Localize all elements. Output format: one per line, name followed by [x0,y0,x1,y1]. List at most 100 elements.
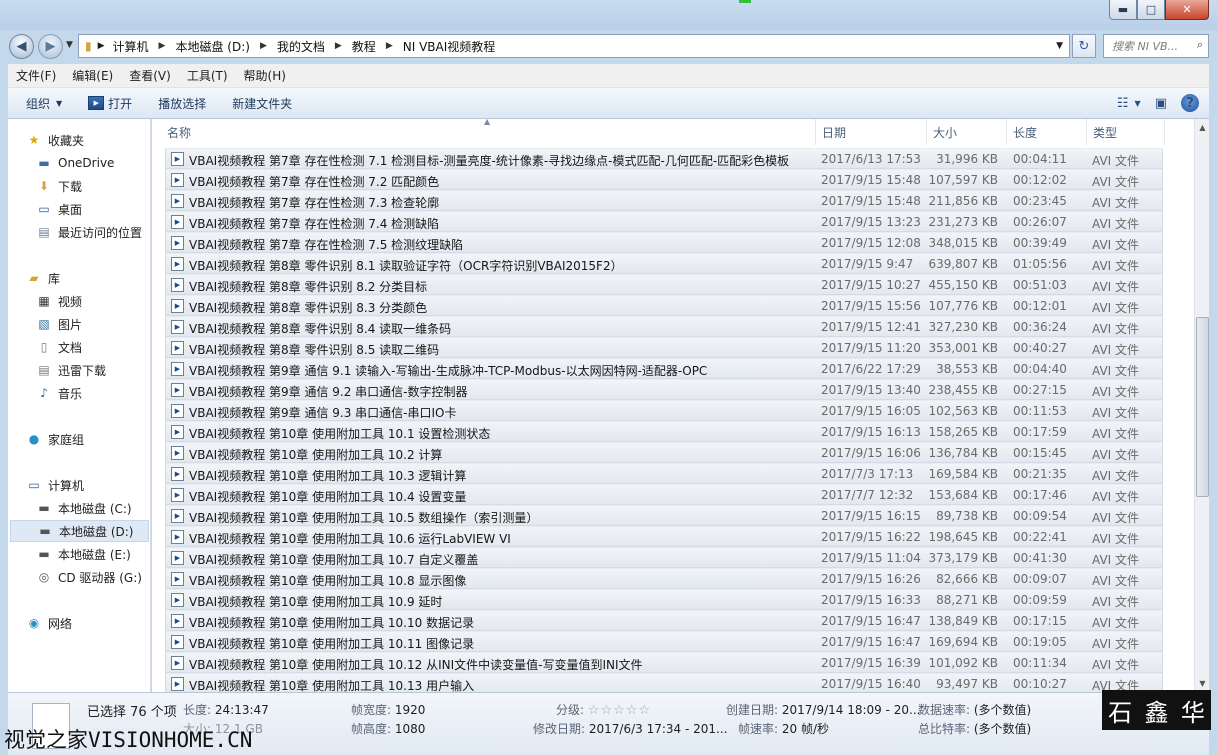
minimize-button[interactable]: ▬ [1109,0,1137,20]
breadcrumb-tutorials[interactable]: 教程 ▶ [352,38,393,55]
nav-pictures[interactable]: ▧ 图片 [36,313,82,335]
column-length[interactable]: 长度 [1007,119,1087,145]
nav-drive-e[interactable]: ▬ 本地磁盘 (E:) [36,543,130,565]
table-row[interactable]: ▶ VBAI视频教程 第10章 使用附加工具 10.7 自定义覆盖 2017/9/1… [165,547,1163,568]
table-row[interactable]: ▶ VBAI视频教程 第9章 通信 9.2 串口通信-数字控制器 2017/9/15… [165,379,1163,400]
onedrive-icon: ▬ [38,156,50,170]
play-selection-button[interactable]: 播放选择 [158,95,206,112]
close-button[interactable]: ✕ [1165,0,1209,20]
back-button[interactable]: ◀ [9,34,34,59]
breadcrumb-my-documents[interactable]: 我的文档 ▶ [277,38,342,55]
maximize-button[interactable]: □ [1137,0,1165,20]
navigation-pane: ★ 收藏夹 ▬ OneDrive ⬇ 下载 ▭ 桌面 ▤ 最近访问的位置 ▰ 库 ▦ 视频 ▧… [8,119,151,692]
video-file-icon: ▶ [171,320,184,334]
preview-pane-icon[interactable]: ▣ [1155,96,1167,111]
nav-xunlei-downloads[interactable]: ▤ 迅雷下载 [36,359,106,381]
table-row[interactable]: ▶ VBAI视频教程 第7章 存在性检测 7.4 检测缺陷 2017/9/15 13… [165,211,1163,232]
column-type[interactable]: 类型 [1087,119,1165,145]
scroll-down-icon[interactable]: ▼ [1196,676,1209,691]
nav-libraries[interactable]: ▰ 库 [26,267,60,289]
menu-file[interactable]: 文件(F) [16,67,56,84]
drive-icon: ▬ [39,524,51,538]
table-row[interactable]: ▶ VBAI视频教程 第10章 使用附加工具 10.2 计算 2017/9/15 1… [165,442,1163,463]
back-arrow-icon: ◀ [16,39,27,54]
breadcrumb-drive-d[interactable]: 本地磁盘 (D:) ▶ [175,38,266,55]
table-row[interactable]: ▶ VBAI视频教程 第10章 使用附加工具 10.12 从INI文件中读变量值-… [165,652,1163,673]
rating-field[interactable]: 分级: ☆☆☆☆☆ [556,701,651,718]
refresh-button[interactable]: ↻ [1072,34,1096,58]
table-row[interactable]: ▶ VBAI视频教程 第8章 零件识别 8.3 分类颜色 2017/9/15 15:… [165,295,1163,316]
nav-drive-d[interactable]: ▬ 本地磁盘 (D:) [10,520,149,542]
table-row[interactable]: ▶ VBAI视频教程 第10章 使用附加工具 10.6 运行LabVIEW VI 2… [165,526,1163,547]
table-row[interactable]: ▶ VBAI视频教程 第10章 使用附加工具 10.11 图像记录 2017/9/1… [165,631,1163,652]
table-row[interactable]: ▶ VBAI视频教程 第10章 使用附加工具 10.5 数组操作（索引测量） 201… [165,505,1163,526]
table-row[interactable]: ▶ VBAI视频教程 第10章 使用附加工具 10.3 逻辑计算 2017/7/3 … [165,463,1163,484]
file-size: 89,738 KB [936,509,998,523]
scrollbar-thumb[interactable] [1196,317,1209,497]
search-input[interactable]: 搜索 NI VB... ⌕ [1103,34,1209,58]
forward-button[interactable]: ▶ [38,34,63,59]
table-row[interactable]: ▶ VBAI视频教程 第10章 使用附加工具 10.1 设置检测状态 2017/9/… [165,421,1163,442]
table-row[interactable]: ▶ VBAI视频教程 第7章 存在性检测 7.3 检查轮廓 2017/9/15 15… [165,190,1163,211]
file-length: 00:04:11 [1013,152,1067,166]
chevron-right-icon[interactable]: ▶ [98,41,105,51]
table-row[interactable]: ▶ VBAI视频教程 第7章 存在性检测 7.2 匹配颜色 2017/9/15 15… [165,169,1163,190]
table-row[interactable]: ▶ VBAI视频教程 第10章 使用附加工具 10.9 延时 2017/9/15 1… [165,589,1163,610]
length-field: 长度: 24:13:47 [183,703,269,717]
vertical-scrollbar[interactable]: ▲ ▼ [1194,119,1209,692]
open-button[interactable]: ▶ 打开 [88,95,132,112]
nav-desktop[interactable]: ▭ 桌面 [36,198,82,220]
nav-homegroup[interactable]: ● 家庭组 [26,428,84,450]
file-date: 2017/9/15 16:15 [821,509,921,523]
table-row[interactable]: ▶ VBAI视频教程 第7章 存在性检测 7.1 检测目标-测量亮度-统计像素-寻… [165,148,1163,169]
menu-tools[interactable]: 工具(T) [187,67,228,84]
table-row[interactable]: ▶ VBAI视频教程 第10章 使用附加工具 10.4 设置变量 2017/7/7 … [165,484,1163,505]
organize-button[interactable]: 组织 ▼ [26,95,62,112]
table-row[interactable]: ▶ VBAI视频教程 第10章 使用附加工具 10.13 用户输入 2017/9/1… [165,673,1163,692]
nav-music[interactable]: ♪ 音乐 [36,382,82,404]
table-row[interactable]: ▶ VBAI视频教程 第8章 零件识别 8.4 读取一维条码 2017/9/15 1… [165,316,1163,337]
address-bar[interactable]: ▮ ▶ 计算机 ▶ 本地磁盘 (D:) ▶ 我的文档 ▶ 教程 ▶ NI VBAI视频教… [78,34,1070,58]
nav-computer[interactable]: ▭ 计算机 [26,474,84,496]
view-options-icon[interactable]: ☷ [1117,96,1129,111]
help-icon[interactable]: ? [1181,94,1199,112]
nav-onedrive[interactable]: ▬ OneDrive [36,152,114,174]
nav-downloads[interactable]: ⬇ 下载 [36,175,82,197]
new-folder-button[interactable]: 新建文件夹 [232,95,292,112]
column-date[interactable]: 日期 [816,119,927,145]
table-row[interactable]: ▶ VBAI视频教程 第7章 存在性检测 7.5 检测纹理缺陷 2017/9/15 … [165,232,1163,253]
breadcrumb-computer[interactable]: 计算机 ▶ [113,38,166,55]
view-dropdown-icon[interactable]: ▼ [1135,99,1141,108]
breadcrumb-current-folder[interactable]: NI VBAI视频教程 [403,38,496,55]
table-row[interactable]: ▶ VBAI视频教程 第8章 零件识别 8.1 读取验证字符（OCR字符识别VBA… [165,253,1163,274]
nav-recent[interactable]: ▤ 最近访问的位置 [36,221,142,243]
video-file-icon: ▶ [171,194,184,208]
file-length: 00:12:01 [1013,299,1067,313]
table-row[interactable]: ▶ VBAI视频教程 第8章 零件识别 8.5 读取二维码 2017/9/15 11… [165,337,1163,358]
history-dropdown-icon[interactable]: ▼ [66,40,73,50]
nav-videos[interactable]: ▦ 视频 [36,290,82,312]
nav-drive-c[interactable]: ▬ 本地磁盘 (C:) [36,497,131,519]
table-row[interactable]: ▶ VBAI视频教程 第10章 使用附加工具 10.8 显示图像 2017/9/15… [165,568,1163,589]
file-size: 348,015 KB [928,236,998,250]
table-row[interactable]: ▶ VBAI视频教程 第8章 零件识别 8.2 分类目标 2017/9/15 10:… [165,274,1163,295]
menu-edit[interactable]: 编辑(E) [72,67,113,84]
menu-help[interactable]: 帮助(H) [244,67,286,84]
table-row[interactable]: ▶ VBAI视频教程 第9章 通信 9.1 读输入-写输出-生成脉冲-TCP-Mo… [165,358,1163,379]
file-type: AVI 文件 [1092,259,1140,273]
address-dropdown-icon[interactable]: ▼ [1056,41,1063,51]
search-icon[interactable]: ⌕ [1197,38,1203,52]
scroll-up-icon[interactable]: ▲ [1196,120,1209,135]
column-size[interactable]: 大小 [927,119,1007,145]
table-row[interactable]: ▶ VBAI视频教程 第10章 使用附加工具 10.10 数据记录 2017/9/1… [165,610,1163,631]
nav-documents[interactable]: ▯ 文档 [36,336,82,358]
video-file-icon: ▶ [171,635,184,649]
table-row[interactable]: ▶ VBAI视频教程 第9章 通信 9.3 串口通信-串口IO卡 2017/9/15… [165,400,1163,421]
file-length: 00:11:34 [1013,656,1067,670]
nav-cd-drive[interactable]: ◎ CD 驱动器 (G:) [36,566,142,588]
file-length: 00:12:02 [1013,173,1067,187]
menu-view[interactable]: 查看(V) [129,67,171,84]
nav-favorites[interactable]: ★ 收藏夹 [26,129,84,151]
nav-network[interactable]: ◉ 网络 [26,612,72,634]
column-name[interactable]: 名称 [161,119,816,145]
